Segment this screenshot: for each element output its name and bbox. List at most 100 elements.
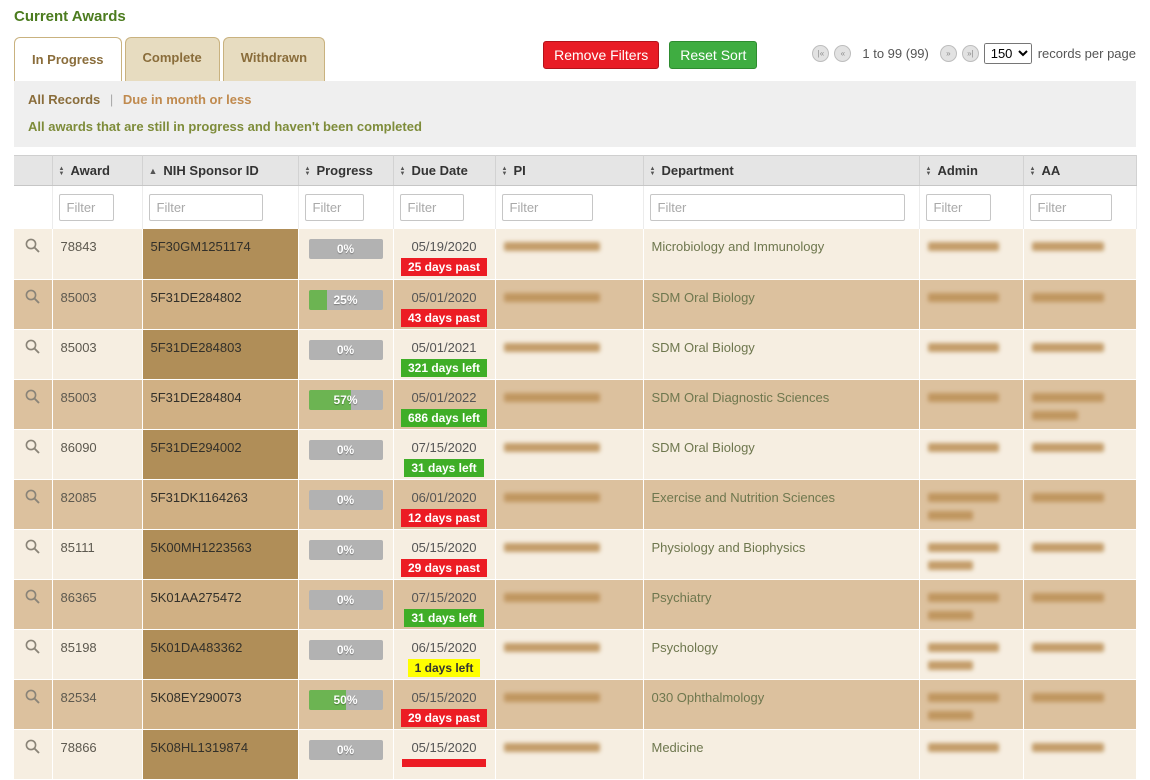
- view-details-button[interactable]: [24, 688, 41, 708]
- next-page-button[interactable]: »: [940, 45, 957, 62]
- table-row: 85198 5K01DA483362 0% 06/15/2020 1 days …: [14, 629, 1136, 679]
- redacted-text-bar: [504, 593, 601, 602]
- redacted-text-bar: [928, 693, 999, 702]
- redacted-text-bar: [928, 343, 999, 352]
- filter-cell-admin: [919, 186, 1023, 230]
- filter-input-aa[interactable]: [1030, 194, 1112, 221]
- filter-input-sponsor[interactable]: [149, 194, 263, 221]
- due-badge: [402, 759, 486, 767]
- table-row: 85003 5F31DE284804 57% 05/01/2022 686 da…: [14, 379, 1136, 429]
- filter-cell-aa: [1023, 186, 1136, 230]
- admin-redacted: [928, 693, 1015, 720]
- admin-redacted: [928, 743, 1015, 752]
- department-cell: Physiology and Biophysics: [643, 529, 919, 579]
- redacted-text-bar: [928, 743, 999, 752]
- filter-input-admin[interactable]: [926, 194, 992, 221]
- redacted-text-bar: [1032, 743, 1105, 752]
- award-cell: 78843: [52, 229, 142, 279]
- filter-due-in-month[interactable]: Due in month or less: [123, 92, 252, 107]
- previous-page-button[interactable]: «: [834, 45, 851, 62]
- department-cell: Medicine: [643, 729, 919, 779]
- redacted-text-bar: [928, 511, 973, 520]
- pi-redacted: [504, 393, 635, 402]
- column-header-aa[interactable]: ▲▼AA: [1023, 156, 1136, 186]
- table-row: 85003 5F31DE284803 0% 05/01/2021 321 day…: [14, 329, 1136, 379]
- award-cell: 85003: [52, 279, 142, 329]
- redacted-text-bar: [504, 543, 601, 552]
- column-header-progress[interactable]: ▲▼Progress: [298, 156, 393, 186]
- column-header-award[interactable]: ▲▼Award: [52, 156, 142, 186]
- view-details-button[interactable]: [24, 237, 41, 257]
- view-details-button[interactable]: [24, 588, 41, 608]
- table-row: 82534 5K08EY290073 50% 05/15/2020 29 day…: [14, 679, 1136, 729]
- pi-cell: [495, 579, 643, 629]
- due-date-text: 05/01/2022: [396, 390, 493, 405]
- award-cell: 82534: [52, 679, 142, 729]
- redacted-text-bar: [928, 293, 999, 302]
- view-details-button[interactable]: [24, 438, 41, 458]
- view-details-button[interactable]: [24, 288, 41, 308]
- due-date-text: 05/15/2020: [396, 740, 493, 755]
- sponsor-id-cell: 5K08HL1319874: [142, 729, 298, 779]
- pi-redacted: [504, 593, 635, 602]
- aa-redacted: [1032, 693, 1128, 702]
- due-date-text: 07/15/2020: [396, 440, 493, 455]
- filter-input-progress[interactable]: [305, 194, 364, 221]
- due-badge: 31 days left: [404, 459, 483, 477]
- view-details-button[interactable]: [24, 488, 41, 508]
- records-per-page-select[interactable]: 150: [984, 43, 1032, 64]
- award-cell: 85003: [52, 329, 142, 379]
- filter-input-award[interactable]: [59, 194, 114, 221]
- view-details-button[interactable]: [24, 738, 41, 758]
- filter-all-records[interactable]: All Records: [28, 92, 100, 107]
- view-details-button[interactable]: [24, 538, 41, 558]
- redacted-text-bar: [1032, 543, 1105, 552]
- progress-label: 0%: [309, 340, 383, 360]
- tab-complete[interactable]: Complete: [125, 37, 220, 81]
- department-cell: Microbiology and Immunology: [643, 229, 919, 279]
- view-details-button[interactable]: [24, 388, 41, 408]
- department-cell: SDM Oral Biology: [643, 429, 919, 479]
- progress-label: 0%: [309, 540, 383, 560]
- filter-input-department[interactable]: [650, 194, 905, 221]
- redacted-text-bar: [1032, 693, 1105, 702]
- remove-filters-button[interactable]: Remove Filters: [543, 41, 659, 69]
- magnifier-icon: [24, 638, 41, 655]
- view-details-button[interactable]: [24, 338, 41, 358]
- view-details-button[interactable]: [24, 638, 41, 658]
- progress-label: 0%: [309, 640, 383, 660]
- first-page-button[interactable]: |«: [812, 45, 829, 62]
- reset-sort-button[interactable]: Reset Sort: [669, 41, 757, 69]
- progress-label: 57%: [309, 390, 383, 410]
- admin-cell: [919, 229, 1023, 279]
- filter-input-due[interactable]: [400, 194, 464, 221]
- column-header-sponsor[interactable]: ▲NIH Sponsor ID: [142, 156, 298, 186]
- column-header-pi[interactable]: ▲▼PI: [495, 156, 643, 186]
- last-page-button[interactable]: »|: [962, 45, 979, 62]
- department-cell: Psychology: [643, 629, 919, 679]
- sponsor-id-cell: 5F30GM1251174: [142, 229, 298, 279]
- progress-bar: 0%: [309, 640, 383, 660]
- tab-withdrawn[interactable]: Withdrawn: [223, 37, 325, 81]
- redacted-text-bar: [928, 561, 973, 570]
- filter-input-pi[interactable]: [502, 194, 594, 221]
- column-header-admin[interactable]: ▲▼Admin: [919, 156, 1023, 186]
- sort-both-icon: ▲▼: [305, 167, 311, 177]
- redacted-text-bar: [1032, 393, 1105, 402]
- redacted-text-bar: [928, 242, 999, 251]
- redacted-text-bar: [928, 643, 999, 652]
- redacted-text-bar: [504, 443, 601, 452]
- redacted-text-bar: [1032, 242, 1105, 251]
- sort-both-icon: ▲▼: [1030, 167, 1036, 177]
- column-header-due[interactable]: ▲▼Due Date: [393, 156, 495, 186]
- due-date-text: 05/19/2020: [396, 239, 493, 254]
- column-header-department[interactable]: ▲▼Department: [643, 156, 919, 186]
- progress-bar: 0%: [309, 340, 383, 360]
- redacted-text-bar: [928, 443, 999, 452]
- tab-in-progress[interactable]: In Progress: [14, 37, 122, 81]
- progress-bar: 0%: [309, 239, 383, 259]
- aa-redacted: [1032, 343, 1128, 352]
- pi-cell: [495, 729, 643, 779]
- redacted-text-bar: [504, 242, 601, 251]
- column-label: Due Date: [411, 163, 467, 178]
